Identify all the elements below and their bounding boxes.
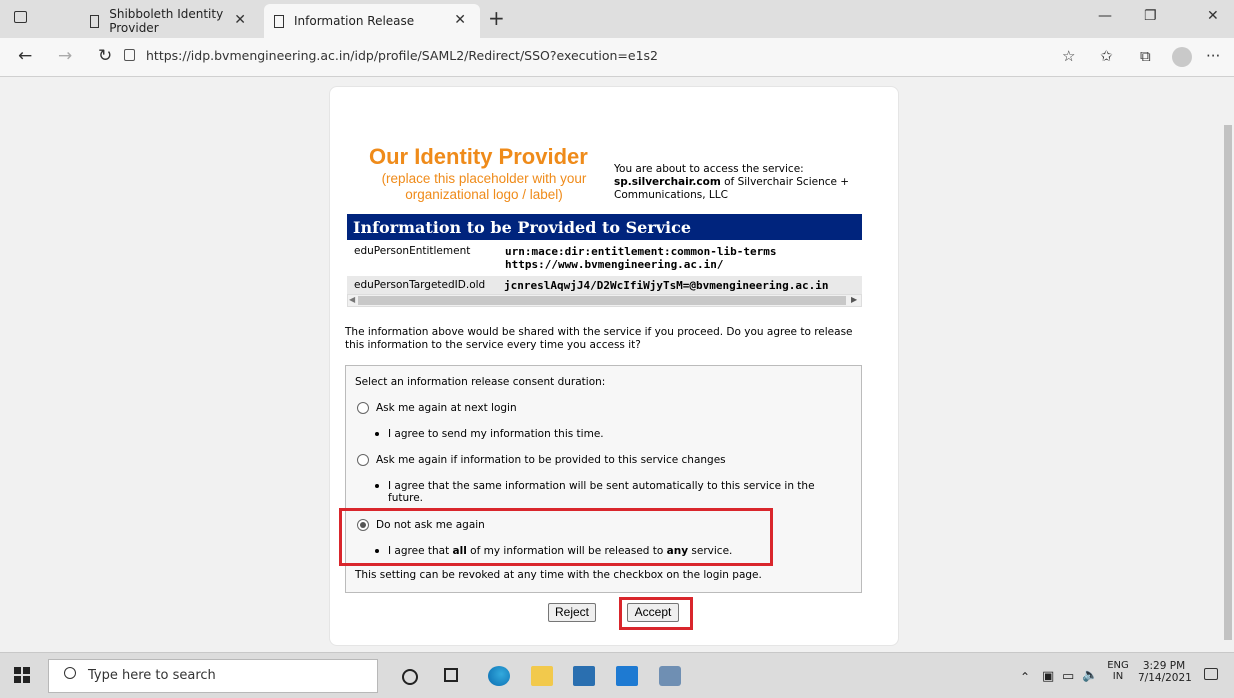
question-line: The information above would be shared wi… — [345, 326, 853, 338]
option-label: Ask me again if information to be provid… — [376, 454, 726, 466]
attribute-row: eduPersonEntitlement urn:mace:dir:entitl… — [347, 240, 862, 276]
access-line: Communications, LLC — [614, 189, 728, 201]
tab-actions-icon[interactable] — [14, 11, 27, 23]
display-icon[interactable]: ▭ — [1062, 669, 1074, 684]
back-icon[interactable]: ← — [18, 46, 32, 66]
bullet-icon — [375, 484, 379, 488]
option-detail: I agree that the same information will b… — [388, 480, 815, 492]
attribute-value-line: urn:mace:dir:entitlement:common-lib-term… — [505, 245, 777, 258]
highlight-box-option — [339, 508, 773, 566]
lang-code: ENG — [1107, 660, 1129, 671]
scroll-right-icon[interactable]: ▶ — [851, 295, 857, 304]
page-icon — [90, 14, 100, 28]
service-notice: You are about to access the service: sp.… — [614, 163, 894, 202]
info-table-header: Information to be Provided to Service — [347, 214, 862, 240]
notifications-icon[interactable] — [1204, 668, 1218, 680]
option-label: Ask me again at next login — [376, 402, 517, 414]
scroll-left-icon[interactable]: ◀ — [349, 295, 355, 304]
bullet-icon — [375, 432, 379, 436]
attribute-row: eduPersonTargetedID.old jcnreslAqwjJ4/D2… — [347, 276, 862, 294]
attribute-name: eduPersonEntitlement — [354, 245, 471, 257]
attribute-value: urn:mace:dir:entitlement:common-lib-term… — [505, 245, 777, 271]
cortana-icon[interactable] — [402, 669, 418, 685]
refresh-icon[interactable]: ↻ — [98, 46, 112, 66]
app-icon[interactable] — [659, 666, 681, 686]
question-line: this information to the service every ti… — [345, 339, 641, 351]
task-view-icon[interactable] — [444, 668, 458, 682]
restore-icon[interactable]: ❐ — [1144, 8, 1157, 24]
close-tab-icon[interactable]: ✕ — [454, 12, 466, 28]
file-explorer-icon[interactable] — [531, 666, 553, 686]
close-window-icon[interactable]: ✕ — [1207, 8, 1219, 24]
mail-icon[interactable] — [616, 666, 638, 686]
horizontal-scrollbar-thumb[interactable] — [358, 296, 846, 305]
page-icon — [274, 14, 284, 28]
attribute-name: eduPersonTargetedID.old — [354, 279, 486, 291]
clock-time: 3:29 PM — [1142, 660, 1186, 672]
chevron-up-icon[interactable]: ⌃ — [1020, 670, 1030, 684]
favorite-icon[interactable]: ☆ — [1062, 47, 1075, 65]
url-field[interactable]: https://idp.bvmengineering.ac.in/idp/pro… — [146, 48, 658, 63]
search-icon — [64, 667, 76, 679]
reject-button[interactable]: Reject — [548, 603, 596, 622]
favorites-list-icon[interactable]: ✩ — [1100, 47, 1113, 65]
logo-subtitle-line2: organizational logo / label) — [405, 187, 563, 202]
store-icon[interactable] — [573, 666, 595, 686]
tab-title: Information Release — [294, 14, 415, 28]
network-icon[interactable]: ▣ — [1042, 669, 1054, 684]
radio-ask-on-change[interactable] — [357, 454, 369, 466]
new-tab-icon[interactable]: + — [488, 6, 505, 30]
option-detail-cont: future. — [388, 492, 424, 504]
page-info-icon[interactable] — [124, 49, 135, 61]
language-indicator[interactable]: ENG IN — [1106, 660, 1130, 682]
option-detail: I agree to send my information this time… — [388, 428, 604, 440]
windows-start-icon[interactable] — [14, 667, 30, 683]
clock-date: 7/14/2021 — [1138, 672, 1192, 684]
logo-subtitle-line1: (replace this placeholder with your — [381, 171, 587, 186]
service-org: of Silverchair Science + — [720, 176, 850, 188]
address-bar: ← → ↻ https://idp.bvmengineering.ac.in/i… — [0, 38, 1234, 77]
consent-footer: This setting can be revoked at any time … — [355, 569, 762, 581]
forward-icon[interactable]: → — [58, 46, 72, 66]
attribute-value-line: jcnreslAqwjJ4/D2WcIfiWjyTsM=@bvmengineer… — [504, 279, 829, 292]
collections-icon[interactable]: ⧉ — [1140, 47, 1151, 65]
consent-question: The information above would be shared wi… — [345, 326, 885, 352]
access-line: You are about to access the service: — [614, 163, 804, 175]
more-icon[interactable]: ··· — [1206, 47, 1220, 65]
tab-bar: Shibboleth Identity Provider ✕ Informati… — [0, 0, 1234, 38]
consent-heading: Select an information release consent du… — [355, 376, 606, 388]
volume-icon[interactable]: 🔈 — [1082, 668, 1098, 683]
minimize-icon[interactable]: — — [1098, 8, 1112, 24]
tab-shibboleth[interactable]: Shibboleth Identity Provider ✕ — [80, 4, 260, 38]
scrollbar-thumb[interactable] — [1224, 125, 1232, 640]
access-line: sp.silverchair.com of Silverchair Scienc… — [614, 176, 894, 189]
logo-title: Our Identity Provider — [369, 144, 588, 169]
attribute-value-line: https://www.bvmengineering.ac.in/ — [505, 258, 724, 271]
region-code: IN — [1112, 671, 1124, 682]
search-placeholder: Type here to search — [88, 668, 216, 683]
profile-avatar[interactable] — [1172, 47, 1192, 67]
clock[interactable]: 3:29 PM 7/14/2021 — [1138, 660, 1192, 684]
tab-information-release[interactable]: Information Release ✕ — [264, 4, 480, 38]
highlight-box-accept — [619, 597, 693, 630]
service-name: sp.silverchair.com — [614, 176, 721, 188]
close-tab-icon[interactable]: ✕ — [234, 12, 246, 28]
radio-ask-next-login[interactable] — [357, 402, 369, 414]
attribute-value: jcnreslAqwjJ4/D2WcIfiWjyTsM=@bvmengineer… — [504, 279, 829, 292]
edge-icon[interactable] — [488, 666, 510, 686]
